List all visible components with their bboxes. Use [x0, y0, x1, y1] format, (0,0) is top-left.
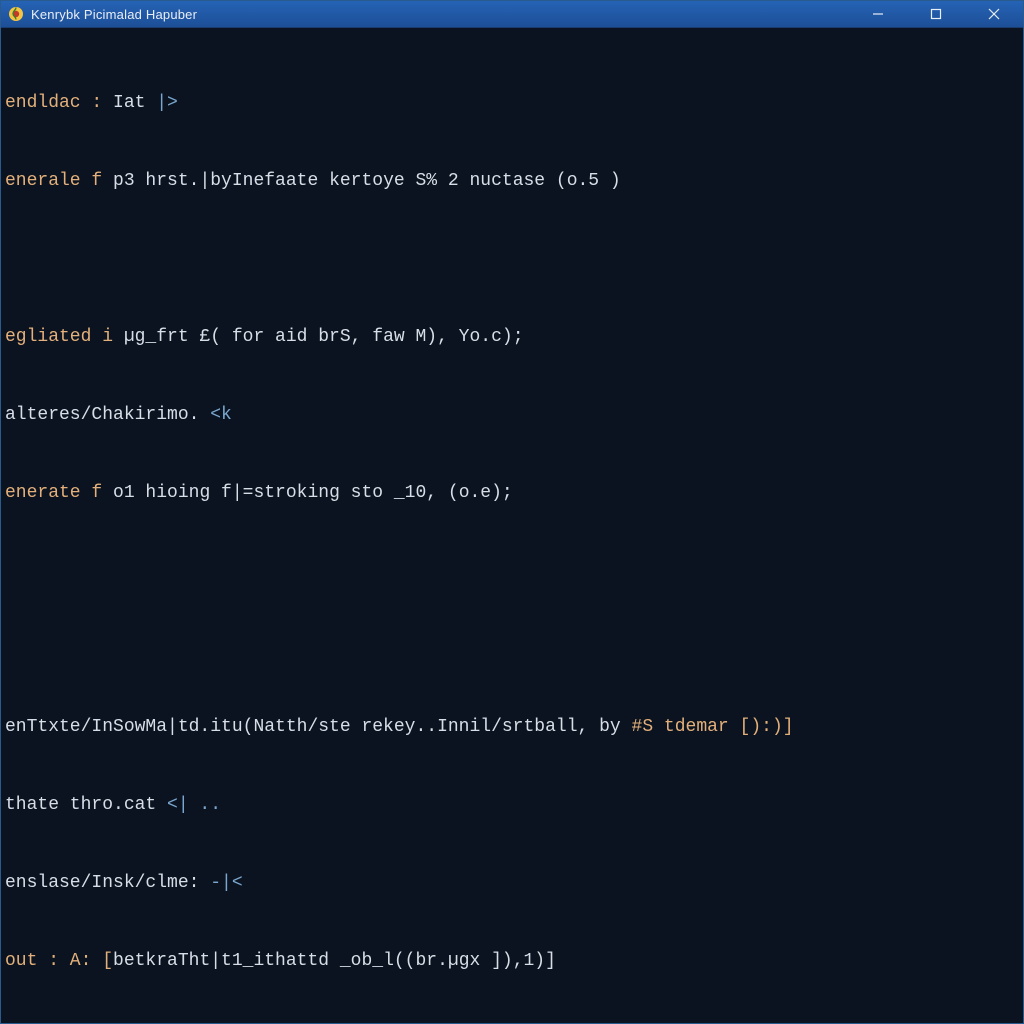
terminal-line: thate thro.cat <| ..: [5, 792, 1017, 818]
line-keyword: egliated i: [5, 327, 124, 347]
blank-line: [5, 636, 1017, 662]
terminal-line: enerale f p3 hrst.|byInefaate kertoye S%…: [5, 168, 1017, 194]
app-icon: [7, 5, 25, 23]
line-text: enslase/Insk/clme:: [5, 873, 210, 893]
terminal-line: out : A: [betkraTht|t1_ithattd _ob_l((br…: [5, 948, 1017, 974]
blank-line: [5, 558, 1017, 584]
line-keyword: #S tdemar [):)]: [632, 717, 794, 737]
line-text: µg_frt £( for aid brS, faw M), Yo.c);: [124, 327, 524, 347]
terminal-line: endldac : Iat |>: [5, 90, 1017, 116]
terminal-line: alteres/Chakirimo. <k: [5, 402, 1017, 428]
line-keyword: enerale f: [5, 171, 113, 191]
arrow-icon: <| ..: [167, 795, 221, 815]
terminal-line: egliated i µg_frt £( for aid brS, faw M)…: [5, 324, 1017, 350]
maximize-button[interactable]: [907, 1, 965, 27]
line-text: o1 hioing f|=stroking sto _10, (o.e);: [113, 483, 513, 503]
terminal-line: enTtxte/InSowMa|td.itu(Natth/ste rekey..…: [5, 714, 1017, 740]
arrow-icon: <k: [210, 405, 232, 425]
terminal-body[interactable]: endldac : Iat |> enerale f p3 hrst.|byIn…: [1, 28, 1023, 1023]
close-button[interactable]: [965, 1, 1023, 27]
line-text: betkraTht|t1_ithattd _ob_l((br.µgx ]),1)…: [113, 951, 556, 971]
line-text: Iat: [113, 93, 156, 113]
titlebar[interactable]: Kenrybk Picimalad Hapuber: [1, 1, 1023, 28]
minimize-button[interactable]: [849, 1, 907, 27]
arrow-icon: -|<: [210, 873, 242, 893]
window-controls: [849, 1, 1023, 27]
terminal-line: enerate f o1 hioing f|=stroking sto _10,…: [5, 480, 1017, 506]
line-keyword: out : A: [: [5, 951, 113, 971]
line-keyword: enerate f: [5, 483, 113, 503]
line-text: alteres/Chakirimo.: [5, 405, 210, 425]
window-title: Kenrybk Picimalad Hapuber: [31, 7, 197, 22]
line-text: thate thro.cat: [5, 795, 167, 815]
line-keyword: endldac :: [5, 93, 113, 113]
pipe-icon: |>: [156, 93, 178, 113]
app-window: Kenrybk Picimalad Hapuber endldac : Iat …: [0, 0, 1024, 1024]
line-text: (o.5 ): [556, 171, 621, 191]
terminal-line: enslase/Insk/clme: -|<: [5, 870, 1017, 896]
line-text: p3 hrst.|byInefaate kertoye S% 2 nuctase: [113, 171, 556, 191]
line-text: enTtxte/InSowMa|td.itu(Natth/ste rekey..…: [5, 717, 632, 737]
blank-line: [5, 246, 1017, 272]
